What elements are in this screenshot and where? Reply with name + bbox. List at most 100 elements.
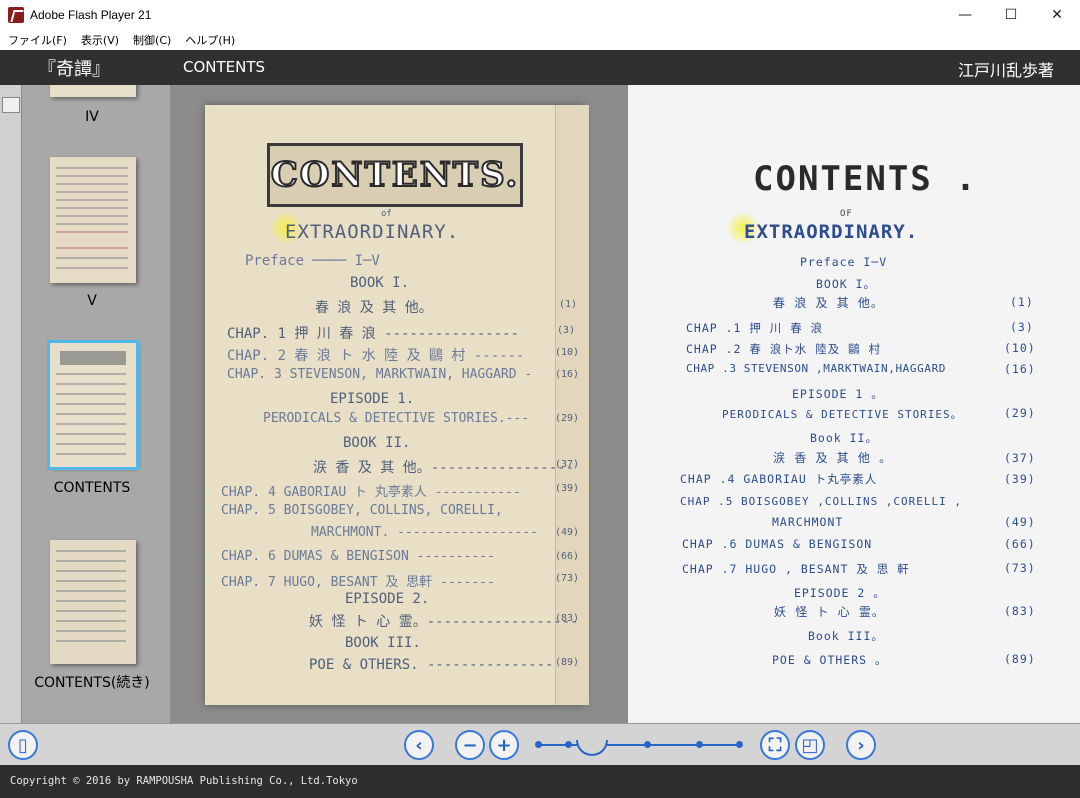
ms-page: (49) bbox=[555, 527, 580, 538]
maximize-button[interactable]: ☐ bbox=[988, 0, 1034, 30]
menu-bar: ファイル(F) 表示(V) 制御(C) ヘルプ(H) bbox=[0, 30, 1080, 50]
ms-line: POE & OTHERS. --------------- bbox=[309, 657, 554, 673]
tr-page: (3) bbox=[1010, 320, 1034, 334]
thumbnail-label-contents: CONTENTS bbox=[53, 480, 131, 496]
thumbnail-sidebar: IV V CONTENTS CONTENTS(続き) bbox=[0, 85, 170, 723]
ms-page: (89) bbox=[555, 657, 580, 668]
ms-page: (83) bbox=[555, 613, 580, 624]
ms-line: CHAP. 2 春 浪 ト 水 陸 及 鷗 村 ------ bbox=[227, 348, 525, 364]
zoom-in-button[interactable]: + bbox=[489, 730, 519, 760]
ms-line: EPISODE 2. bbox=[345, 591, 430, 607]
tr-line: 妖 怪 ト 心 霊。 bbox=[774, 605, 885, 619]
sidebar-scrollbar[interactable] bbox=[0, 85, 22, 723]
flash-player-icon bbox=[8, 7, 24, 23]
tr-line: CHAP .2 春 浪ト水 陸及 鷗 村 bbox=[686, 342, 882, 356]
transcription-heading: CONTENTS . bbox=[753, 159, 978, 199]
ms-line: CHAP. 3 STEVENSON, MARKTWAIN, HAGGARD - bbox=[227, 367, 533, 382]
tr-line: Book II。 bbox=[810, 431, 878, 445]
sidebar-toggle-button[interactable]: ▯ bbox=[8, 730, 38, 760]
page-viewer[interactable]: CONTENTS. of EXTRAORDINARY. Preface ────… bbox=[170, 85, 1080, 723]
ms-line: Preface ──── I─V bbox=[245, 253, 380, 269]
tr-line: EPISODE 2 。 bbox=[794, 586, 886, 600]
ms-line: CHAP. 1 押 川 春 浪 ---------------- bbox=[227, 326, 520, 342]
zoom-out-button[interactable]: − bbox=[455, 730, 485, 760]
manuscript-page: CONTENTS. of EXTRAORDINARY. Preface ────… bbox=[205, 105, 589, 705]
zoom-slider-stop[interactable] bbox=[644, 741, 651, 748]
ms-page: (16) bbox=[555, 369, 580, 380]
tr-page: (73) bbox=[1004, 561, 1036, 575]
tr-line: CHAP .1 押 川 春 浪 bbox=[686, 321, 824, 335]
tr-line: POE & OTHERS 。 bbox=[772, 653, 888, 667]
book-title: 『奇譚』 bbox=[38, 59, 110, 80]
tr-line: CHAP .7 HUGO , BESANT 及 思 軒 bbox=[682, 562, 910, 576]
thumbnail-v[interactable] bbox=[50, 157, 136, 283]
tr-page: (37) bbox=[1004, 451, 1036, 465]
menu-view[interactable]: 表示(V) bbox=[81, 32, 119, 48]
thumbnail-contents[interactable] bbox=[47, 340, 139, 470]
zoom-slider-stop[interactable] bbox=[565, 741, 572, 748]
tr-line: CHAP .6 DUMAS & BENGISON bbox=[682, 537, 873, 551]
viewer-toolbar: ▯ ‹ − + ⛶ ◰ › bbox=[0, 723, 1080, 765]
flash-player-window: Adobe Flash Player 21 — ☐ ✕ ファイル(F) 表示(V… bbox=[0, 0, 1080, 798]
title-bar: Adobe Flash Player 21 — ☐ ✕ bbox=[0, 0, 1080, 30]
tr-line: CHAP .5 BOISGOBEY ,COLLINS ,CORELLI , bbox=[680, 495, 963, 508]
tr-page: (10) bbox=[1004, 341, 1036, 355]
transcription-subtitle: EXTRAORDINARY. bbox=[744, 221, 919, 243]
ms-line: CHAP. 7 HUGO, BESANT 及 思軒 ------- bbox=[221, 575, 495, 590]
tr-line: PERODICALS & DETECTIVE STORIES。 bbox=[722, 408, 963, 421]
next-page-button[interactable]: › bbox=[846, 730, 876, 760]
close-button[interactable]: ✕ bbox=[1034, 0, 1080, 30]
ms-page: (10) bbox=[555, 347, 580, 358]
tr-page: (16) bbox=[1004, 362, 1036, 376]
ms-line: 妖 怪 ト 心 霊。------------------ bbox=[309, 614, 579, 630]
window-controls: — ☐ ✕ bbox=[942, 0, 1080, 30]
ms-line: BOOK I. bbox=[350, 275, 410, 291]
zoom-slider-stop[interactable] bbox=[736, 741, 743, 748]
tr-line: CHAP .4 GABORIAU ト丸亭素人 bbox=[680, 472, 878, 486]
tr-line: Preface I─V bbox=[800, 255, 888, 269]
ms-page: (3) bbox=[557, 325, 576, 336]
zoom-slider-stop[interactable] bbox=[535, 741, 542, 748]
thumbnail-iv[interactable] bbox=[50, 85, 136, 97]
single-page-button[interactable]: ◰ bbox=[795, 730, 825, 760]
tr-page: (49) bbox=[1004, 515, 1036, 529]
minimize-button[interactable]: — bbox=[942, 0, 988, 30]
thumbnail-label-iv: IV bbox=[85, 109, 99, 125]
ms-page: (1) bbox=[559, 299, 578, 310]
section-title: CONTENTS bbox=[183, 58, 266, 76]
zoom-slider-stop[interactable] bbox=[696, 741, 703, 748]
tr-page: (89) bbox=[1004, 652, 1036, 666]
scrollbar-thumb[interactable] bbox=[2, 97, 20, 113]
thumbnail-label-v: V bbox=[87, 293, 97, 309]
tr-page: (29) bbox=[1004, 406, 1036, 420]
tr-page: (1) bbox=[1010, 295, 1034, 309]
ms-page: (29) bbox=[555, 413, 580, 424]
ms-line: 春 浪 及 其 他。 bbox=[315, 300, 433, 316]
manuscript-heading: CONTENTS. bbox=[267, 143, 523, 207]
tr-page: (39) bbox=[1004, 472, 1036, 486]
menu-help[interactable]: ヘルプ(H) bbox=[185, 32, 235, 48]
book-header: 『奇譚』 CONTENTS 江戸川乱歩著 bbox=[0, 50, 1080, 85]
fit-page-button[interactable]: ⛶ bbox=[760, 730, 790, 760]
ms-page: (73) bbox=[555, 573, 580, 584]
tr-line: 涙 香 及 其 他 。 bbox=[773, 451, 893, 465]
prev-page-button[interactable]: ‹ bbox=[404, 730, 434, 760]
thumbnail-contents-cont[interactable] bbox=[50, 540, 136, 664]
tr-line: 春 浪 及 其 他。 bbox=[773, 296, 884, 310]
ms-page: (66) bbox=[555, 551, 580, 562]
window-title: Adobe Flash Player 21 bbox=[30, 8, 152, 22]
ms-line: EPISODE 1. bbox=[330, 391, 415, 407]
menu-file[interactable]: ファイル(F) bbox=[8, 32, 67, 48]
tr-line: CHAP .3 STEVENSON ,MARKTWAIN,HAGGARD bbox=[686, 362, 947, 375]
ms-line: PERODICALS & DETECTIVE STORIES.--- bbox=[263, 411, 530, 426]
copyright-footer: Copyright © 2016 by RAMPOUSHA Publishing… bbox=[0, 765, 1080, 798]
zoom-slider-knob[interactable] bbox=[576, 740, 608, 756]
ms-line: CHAP. 5 BOISGOBEY, COLLINS, CORELLI, bbox=[221, 503, 503, 518]
tr-line: MARCHMONT bbox=[772, 515, 844, 529]
manuscript-subtitle: EXTRAORDINARY. bbox=[285, 221, 460, 243]
manuscript-of: of bbox=[381, 209, 392, 219]
transcription-of: OF bbox=[840, 209, 853, 219]
ms-line: BOOK III. bbox=[345, 635, 421, 651]
ms-line: MARCHMONT. ------------------ bbox=[311, 525, 538, 540]
menu-control[interactable]: 制御(C) bbox=[133, 32, 171, 48]
